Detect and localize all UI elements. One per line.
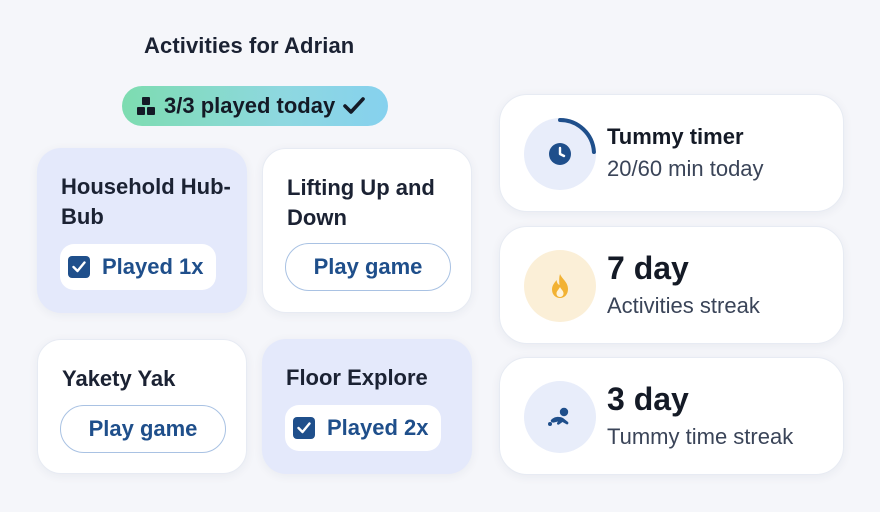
activity-name: Lifting Up and Down bbox=[287, 175, 435, 230]
activity-name: Yakety Yak bbox=[62, 366, 176, 391]
tummy-timer-title: Tummy timer bbox=[607, 124, 744, 149]
played-count-label: Played 2x bbox=[327, 415, 429, 440]
tummy-timer-detail: 20/60 min today bbox=[607, 156, 764, 181]
activity-name: Floor Explore bbox=[286, 365, 428, 390]
activities-streak-label: Activities streak bbox=[607, 293, 760, 318]
play-game-button[interactable]: Play game bbox=[60, 405, 226, 453]
checkmark-icon bbox=[343, 97, 365, 114]
tummy-timer-card[interactable]: Tummy timer 20/60 min today bbox=[499, 94, 844, 212]
played-count-badge: Played 1x bbox=[60, 244, 216, 290]
played-summary-text: 3/3 played today bbox=[164, 93, 336, 118]
baby-crawl-icon bbox=[548, 407, 569, 426]
play-game-button[interactable]: Play game bbox=[285, 243, 451, 291]
tummy-time-streak-card: 3 day Tummy time streak bbox=[499, 357, 844, 475]
played-count-badge: Played 2x bbox=[285, 405, 441, 451]
blocks-icon bbox=[137, 97, 155, 115]
activity-card-floor-explore[interactable]: Floor Explore Played 2x bbox=[262, 339, 472, 474]
played-count-label: Played 1x bbox=[102, 254, 204, 279]
activity-name: Household Hub-Bub bbox=[61, 174, 231, 229]
played-summary-badge: 3/3 played today bbox=[122, 86, 388, 126]
timer-progress-ring bbox=[524, 118, 596, 190]
activity-card-household-hub-bub[interactable]: Household Hub-Bub Played 1x bbox=[37, 148, 247, 313]
checkbox-checked-icon bbox=[68, 256, 90, 278]
activity-card-yakety-yak: Yakety Yak Play game bbox=[37, 339, 247, 474]
page-title: Activities for Adrian bbox=[144, 33, 355, 58]
flame-icon bbox=[552, 274, 568, 298]
activity-card-lifting-up-and-down: Lifting Up and Down Play game bbox=[262, 148, 472, 313]
tummy-streak-label: Tummy time streak bbox=[607, 424, 794, 449]
activities-streak-value: 7 day bbox=[607, 250, 689, 286]
baby-icon-circle bbox=[524, 381, 596, 453]
tummy-streak-value: 3 day bbox=[607, 381, 689, 417]
flame-icon-circle bbox=[524, 250, 596, 322]
checkbox-checked-icon bbox=[293, 417, 315, 439]
activities-streak-card: 7 day Activities streak bbox=[499, 226, 844, 344]
